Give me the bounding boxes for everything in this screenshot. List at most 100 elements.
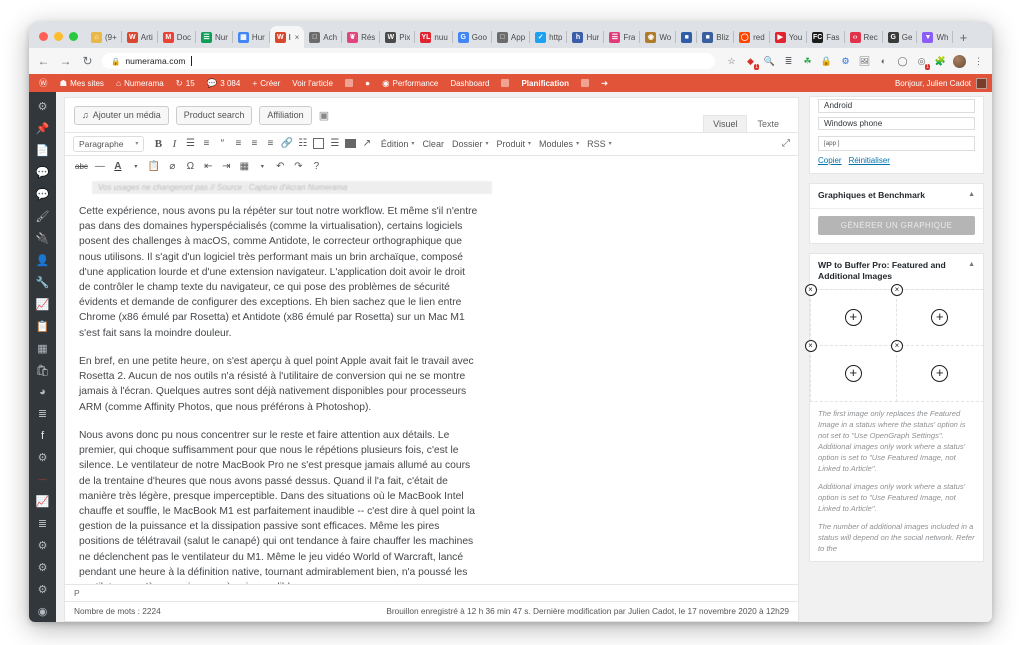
browser-tab[interactable]: ◯ red — [734, 26, 770, 48]
table-carat[interactable]: ▾ — [254, 159, 270, 174]
grammarly-extension-icon[interactable]: ◎ 1 — [915, 55, 930, 70]
facebook-icon[interactable]: f — [29, 425, 56, 447]
browser-tab[interactable]: Wl × — [269, 26, 305, 48]
table-button[interactable]: ▦ — [236, 159, 252, 174]
android-field[interactable]: Android — [818, 99, 975, 113]
image-extension-icon[interactable]: 🖼 — [858, 55, 871, 68]
outdent-button[interactable]: ⇤ — [200, 159, 216, 174]
menu-produit[interactable]: Produit ▾ — [492, 139, 535, 149]
reinitialiser-link[interactable]: Réinitialiser — [849, 156, 890, 165]
align-left-button[interactable]: ≡ — [230, 136, 246, 151]
shopping-icon[interactable]: 🛍 — [29, 359, 56, 381]
menu-modules[interactable]: Modules ▾ — [535, 139, 583, 149]
admin-bar-account[interactable]: Bonjour, Julien Cadot — [895, 77, 992, 89]
browser-tab[interactable]: YL nuu — [415, 26, 453, 48]
gear5-icon[interactable]: ⚙ — [29, 578, 56, 600]
editor-content-area[interactable]: Vos usages ne changeront pas // Source :… — [65, 176, 798, 584]
chrome-menu-icon[interactable]: ⋮ — [972, 55, 985, 68]
browser-tab[interactable]: Ach — [304, 26, 342, 48]
collapse-icon[interactable]: ◉ — [29, 600, 56, 622]
indent-button[interactable]: ⇥ — [218, 159, 234, 174]
user-avatar[interactable] — [976, 77, 987, 89]
bookmark-star-icon[interactable]: ☆ — [725, 55, 738, 68]
admin-bar-planning-square[interactable] — [495, 74, 515, 92]
grid-icon[interactable]: ▦ — [29, 337, 56, 359]
browser-tab[interactable]: W Arti — [122, 26, 158, 48]
keyboard-shortcuts-button[interactable]: ? — [308, 159, 324, 174]
browser-tab[interactable]: ▶ You — [770, 26, 808, 48]
strikethrough-button[interactable]: abc — [73, 159, 90, 174]
reload-icon[interactable]: ↻ — [80, 54, 95, 69]
affiliation-button[interactable]: Affiliation — [259, 106, 312, 125]
clear-formatting-button[interactable]: ⌀ — [164, 159, 180, 174]
maximize-window-button[interactable] — [69, 32, 78, 41]
puzzle-extensions-icon[interactable]: 🧩 — [934, 55, 947, 68]
window-controls[interactable] — [35, 32, 86, 48]
align-center-button[interactable]: ≡ — [246, 136, 262, 151]
adblock-extension-icon[interactable]: ◐ — [877, 55, 890, 68]
add-media-button[interactable]: ♫ Ajouter un média — [74, 106, 169, 125]
menu-rss[interactable]: RSS ▾ — [583, 139, 616, 149]
image-slot-4[interactable]: × + — [891, 340, 984, 403]
red-divider-icon[interactable]: — — [29, 469, 56, 491]
toggle-toolbar-button[interactable]: ☰ — [327, 136, 343, 151]
add-image-icon[interactable]: + — [844, 309, 862, 327]
admin-bar-view-post[interactable]: Voir l'article — [286, 74, 339, 92]
align-right-button[interactable]: ≡ — [262, 136, 278, 151]
browser-tab[interactable]: G Ge — [883, 26, 918, 48]
comment-icon[interactable]: 💬 — [29, 162, 56, 184]
undo-button[interactable]: ↶ — [272, 159, 288, 174]
browser-tab[interactable]: ‹› Rec — [845, 26, 883, 48]
fill-button[interactable] — [343, 136, 359, 151]
admin-bar-plugin-square-1[interactable] — [339, 74, 359, 92]
copier-link[interactable]: Copier — [818, 156, 842, 165]
paste-as-text-button[interactable]: 📋 — [146, 159, 162, 174]
gear2-icon[interactable]: ⚙ — [29, 447, 56, 469]
add-image-icon[interactable]: + — [931, 365, 949, 383]
chart-icon[interactable]: 📈 — [29, 293, 56, 315]
remove-image-icon[interactable]: × — [891, 340, 903, 353]
pin-icon[interactable]: 📌 — [29, 118, 56, 140]
browser-tab[interactable]: ■ — [676, 26, 698, 48]
chevron-up-icon[interactable]: ▲ — [962, 190, 975, 199]
tools-wrench-icon[interactable]: 🔧 — [29, 271, 56, 293]
tree-extension-icon[interactable]: ☘ — [801, 55, 814, 68]
page-icon[interactable]: 📄 — [29, 140, 56, 162]
user-icon[interactable]: 👤 — [29, 249, 56, 271]
admin-bar-wordpress-logo[interactable]: Ⓦ — [33, 74, 54, 92]
browser-tab[interactable]: ▦ Hur — [233, 26, 270, 48]
horizontal-rule-button[interactable]: — — [92, 159, 108, 174]
bulleted-list-button[interactable]: ☰ — [182, 136, 198, 151]
add-image-icon[interactable]: + — [931, 309, 949, 327]
layers-extension-icon[interactable]: ≣ — [782, 55, 795, 68]
analytics-icon[interactable]: 📈 — [29, 491, 56, 513]
droplet-icon[interactable]: ◕ — [29, 381, 56, 403]
admin-bar-comments[interactable]: 💬 3 084 — [201, 74, 247, 92]
menu-edition[interactable]: Édition ▾ — [377, 139, 419, 149]
browser-tab[interactable]: FC Fas — [807, 26, 845, 48]
comment-alt-icon[interactable]: 💬 — [29, 184, 56, 206]
new-tab-button[interactable]: + — [953, 26, 973, 48]
browser-tab[interactable]: M Doc — [158, 26, 197, 48]
browser-tab[interactable]: h Hur — [567, 26, 605, 48]
back-icon[interactable]: ← — [36, 54, 51, 69]
form-icon[interactable]: 📋 — [29, 315, 56, 337]
layers-icon[interactable]: ≣ — [29, 403, 56, 425]
search-extension-icon[interactable]: 🔍 — [763, 55, 776, 68]
image-slot-2[interactable]: × + — [891, 284, 984, 347]
admin-bar-plugin-arrow[interactable]: ➜ — [595, 74, 614, 92]
format-select[interactable]: Paragraphe ▾ — [73, 135, 145, 152]
insert-link-button[interactable]: 🔗 — [278, 136, 294, 151]
browser-tab[interactable]: ✓ http — [530, 26, 568, 48]
admin-bar-planification[interactable]: Planification — [515, 74, 575, 92]
circle-extension-icon[interactable]: ◯ — [896, 55, 909, 68]
special-character-button[interactable]: Ω — [182, 159, 198, 174]
admin-bar-plugin-square-2[interactable] — [575, 74, 595, 92]
admin-bar-dashboard[interactable]: Dashboard — [444, 74, 495, 92]
redo-button[interactable]: ↷ — [290, 159, 306, 174]
stack-icon[interactable]: ≣ — [29, 513, 56, 535]
admin-bar-my-sites[interactable]: ☗ Mes sites — [54, 74, 110, 92]
browser-tab[interactable]: ⌂ (9+ — [86, 26, 122, 48]
chart-insert-button[interactable]: ↗ — [359, 136, 375, 151]
settings-gear-icon[interactable]: ⚙ — [29, 96, 56, 118]
